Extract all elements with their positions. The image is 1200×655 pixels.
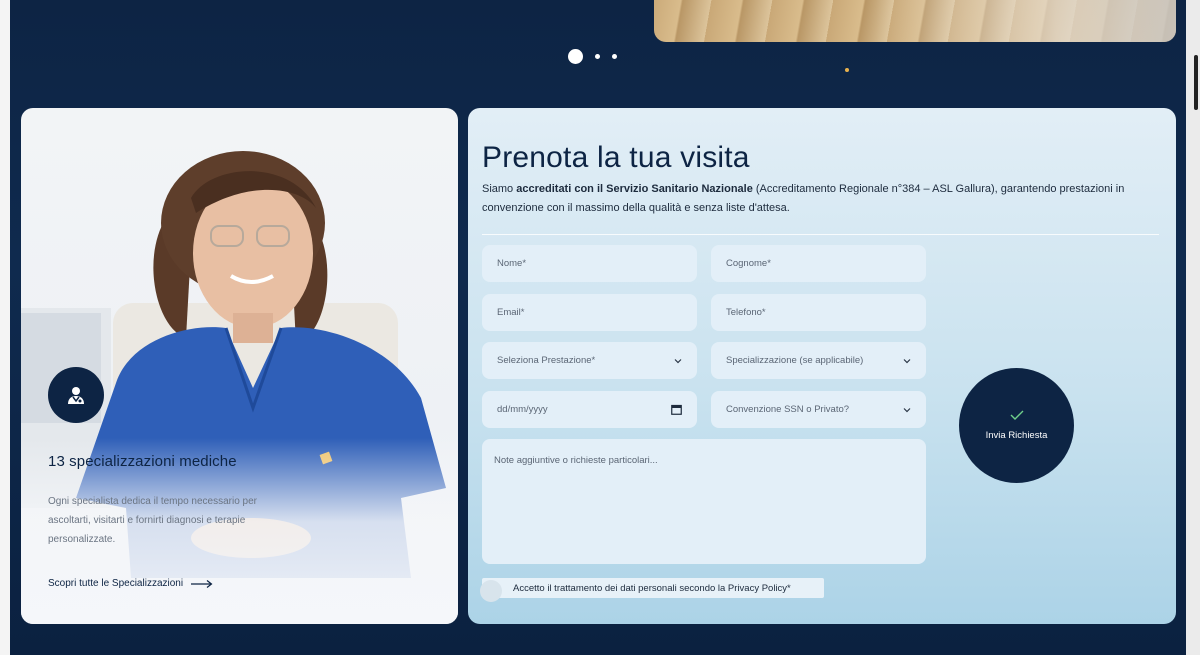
notes-textarea[interactable]: Note aggiuntive o richieste particolari.… — [482, 439, 926, 564]
carousel-dot-1[interactable] — [568, 49, 583, 64]
form-divider — [482, 234, 1159, 235]
date-input[interactable]: dd/mm/yyyy — [482, 391, 697, 428]
consent-label[interactable]: Accetto il trattamento dei dati personal… — [513, 583, 791, 594]
page-left-edge — [0, 0, 10, 655]
consent-checkbox[interactable] — [480, 580, 502, 602]
chevron-down-icon — [674, 358, 682, 363]
specializzazione-select[interactable]: Specializzazione (se applicabile) — [711, 342, 926, 379]
arrow-right-icon — [191, 579, 213, 588]
check-icon — [1010, 410, 1023, 420]
doctor-icon — [48, 367, 104, 423]
specialties-card: 13 specializzazioni mediche Ogni special… — [21, 108, 458, 624]
telefono-field[interactable]: Telefono* — [711, 294, 926, 331]
prestazione-select[interactable]: Seleziona Prestazione* — [482, 342, 697, 379]
submit-button[interactable]: Invia Richiesta — [959, 368, 1074, 483]
chevron-down-icon — [903, 407, 911, 412]
nome-field[interactable]: Nome* — [482, 245, 697, 282]
form-intro-bold: accreditati con il Servizio Sanitario Na… — [516, 183, 753, 195]
email-field[interactable]: Email* — [482, 294, 697, 331]
specialties-description: Ogni specialista dedica il tempo necessa… — [48, 496, 257, 545]
submit-label[interactable]: Invia Richiesta — [986, 430, 1048, 441]
consent-row[interactable]: Accetto il trattamento dei dati personal… — [480, 578, 824, 602]
specialties-title: 13 specializzazioni mediche — [48, 453, 237, 470]
cognome-field[interactable]: Cognome* — [711, 245, 926, 282]
specialties-link[interactable]: Scopri tutte le Specializzazioni — [48, 578, 213, 589]
form-intro: Siamo accreditati con il Servizio Sanita… — [482, 183, 1125, 214]
hero-slide-image — [654, 0, 1176, 42]
carousel-dot-3[interactable] — [612, 54, 617, 59]
scrollbar-thumb[interactable] — [1194, 55, 1198, 110]
booking-form-card: Prenota la tua visita Siamo accreditati … — [468, 108, 1176, 624]
calendar-icon[interactable] — [671, 404, 682, 415]
decorative-dot — [845, 68, 849, 72]
chevron-down-icon — [903, 358, 911, 363]
specialties-link-label[interactable]: Scopri tutte le Specializzazioni — [48, 578, 183, 589]
form-title: Prenota la tua visita — [482, 141, 750, 174]
convenzione-select[interactable]: Convenzione SSN o Privato? — [711, 391, 926, 428]
scrollbar[interactable] — [1186, 0, 1200, 655]
carousel-dot-2[interactable] — [595, 54, 600, 59]
carousel-pagination — [568, 49, 617, 64]
